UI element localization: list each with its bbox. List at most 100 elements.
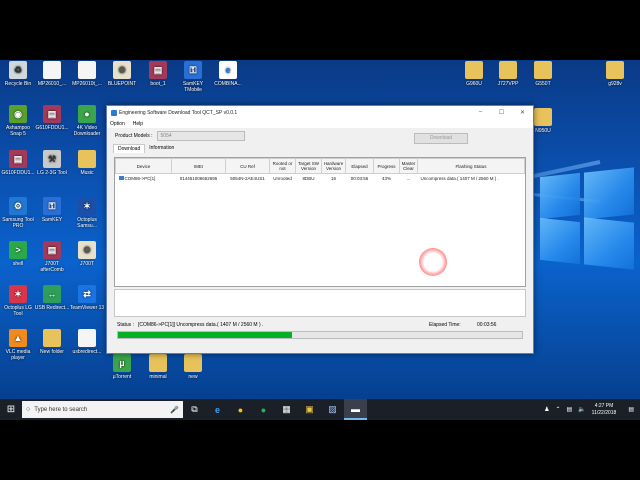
tab-download[interactable]: Download xyxy=(113,144,146,153)
taskbar-photos[interactable]: ▨ xyxy=(321,399,344,420)
download-button[interactable]: Download xyxy=(414,133,468,144)
desktop-icon[interactable]: ✶ Octoplus Samsu... xyxy=(69,197,105,229)
log-panel[interactable] xyxy=(114,289,526,317)
desktop-icon[interactable]: ▤ G610FDDU1... xyxy=(34,105,70,131)
desktop-icon-glyph: ▤ xyxy=(43,105,61,123)
search-box[interactable]: ○ Type here to search 🎤 xyxy=(22,401,183,418)
desktop-icon-glyph: ▲ xyxy=(9,329,27,347)
model-select[interactable]: 5054 xyxy=(156,131,245,141)
search-placeholder: Type here to search xyxy=(34,406,88,413)
desktop-icon[interactable]: ⚿ SamKEY xyxy=(34,197,70,223)
col-master-clear[interactable]: Master Clear xyxy=(399,158,418,174)
taskbar-edge[interactable]: e xyxy=(206,399,229,420)
network-icon[interactable]: ▤ xyxy=(567,406,573,413)
volume-icon[interactable]: 🔈 xyxy=(578,406,585,413)
desktop-icon-label: VLC media player xyxy=(5,349,31,361)
edge-icon: e xyxy=(214,404,220,415)
desktop-icon-glyph: ⚙ xyxy=(113,61,131,79)
col-elapsed[interactable]: Elapsed xyxy=(345,158,374,174)
desktop-icon-glyph: ▤ xyxy=(9,150,27,168)
desktop-icon-label: minimal xyxy=(149,374,167,380)
col-flashing-status[interactable]: Flashing Status xyxy=(417,158,525,174)
col-progress[interactable]: Progress xyxy=(373,158,400,174)
desktop-icon[interactable]: usbredirect... xyxy=(69,329,105,355)
desktop-icon[interactable]: ⚙ BLUEPOINT xyxy=(104,61,140,87)
menu-option[interactable]: Option xyxy=(110,121,125,127)
cell-device-text: COM86->PC[1] xyxy=(124,175,156,181)
desktop-icon[interactable]: ↔ USB Redirect... xyxy=(34,285,70,311)
app-window[interactable]: Engineering Software Download Tool QCT_S… xyxy=(106,105,534,354)
desktop-icon[interactable]: ▤ boot_1 xyxy=(140,61,176,87)
desktop-icon-label: new xyxy=(188,374,198,380)
col-target-sw[interactable]: Target SW Version xyxy=(295,158,322,174)
desktop-icon[interactable]: Music xyxy=(69,150,105,176)
desktop-icon-glyph: ♻ xyxy=(9,61,27,79)
desktop-icon-label: Samsung Tool PRO xyxy=(2,217,34,229)
cell-progress: 43% xyxy=(381,175,391,181)
start-button[interactable]: ⊞ xyxy=(0,399,22,420)
system-tray: ♟ ⌃ ▤ 🔈 4:27 PM 11/22/2018 ▤ xyxy=(538,403,640,417)
desktop-icon[interactable]: new xyxy=(175,354,211,380)
menu-help[interactable]: Help xyxy=(133,121,143,127)
desktop-icon[interactable]: ✶ Octoplus LG Tool xyxy=(0,285,36,317)
microphone-icon[interactable]: 🎤 xyxy=(170,406,179,414)
desktop-icon[interactable]: ⚿ SamKEY TMobile xyxy=(175,61,211,93)
desktop-icon[interactable]: J727VPP xyxy=(490,61,526,87)
minimize-icon[interactable]: – xyxy=(470,109,491,116)
taskbar-chrome[interactable]: ● xyxy=(229,399,252,420)
desktop-icon[interactable]: New folder xyxy=(34,329,70,355)
maximize-icon[interactable]: ☐ xyxy=(491,109,512,116)
desktop-icon[interactable]: > shell xyxy=(0,241,36,267)
cell-flashing-status: Uncompress data.( 1407 M / 2560 M ) . xyxy=(420,175,499,181)
col-hardware[interactable]: Hardware Version xyxy=(321,158,346,174)
desktop-icon[interactable]: ▤ G610FDDU1... xyxy=(0,150,36,176)
desktop-icon-glyph xyxy=(43,329,61,347)
cell-hardware: 16 xyxy=(330,175,336,181)
desktop-icon[interactable]: ⚙ Samsung Tool PRO xyxy=(0,197,36,229)
desktop-icon[interactable]: µ µTorrent xyxy=(104,354,140,380)
taskbar-spotify[interactable]: ● xyxy=(252,399,275,420)
desktop-icon[interactable]: ◉ Ashampoo Snap 5 xyxy=(0,105,36,137)
desktop-icon[interactable]: ♻ Recycle Bin xyxy=(0,61,36,87)
letterbox-bottom xyxy=(0,420,640,480)
desktop-icon[interactable]: ⇄ TeamViewer 13 xyxy=(69,285,105,311)
desktop-icon[interactable]: ● 4K Video Downloader xyxy=(69,105,105,137)
table-header: Device IMEI CU Ref Rooted or not Target … xyxy=(115,158,525,174)
app-titlebar[interactable]: Engineering Software Download Tool QCT_S… xyxy=(107,106,533,119)
desktop-icon-glyph xyxy=(499,61,517,79)
col-device[interactable]: Device xyxy=(115,158,172,174)
taskbar-calculator[interactable]: ▦ xyxy=(275,399,298,420)
wallpaper-logo xyxy=(540,217,580,265)
desktop-icon[interactable]: MP26010t_... xyxy=(69,61,105,87)
close-icon[interactable]: ✕ xyxy=(512,109,533,116)
desktop-icon[interactable]: g928v xyxy=(597,61,633,87)
desktop-icon[interactable]: ⚒ LG 2-3G Tool xyxy=(34,150,70,176)
task-view-button[interactable]: ⧉ xyxy=(183,399,206,420)
col-rooted[interactable]: Rooted or not xyxy=(269,158,296,174)
desktop-icon[interactable]: ▲ VLC media player xyxy=(0,329,36,361)
tab-information[interactable]: Information xyxy=(145,144,178,153)
desktop-icon-label: SamKEY xyxy=(41,217,63,223)
desktop-icon[interactable]: e COMBINA... xyxy=(210,61,246,87)
tab-strip: Download Information xyxy=(107,144,533,153)
people-icon[interactable]: ♟ xyxy=(544,406,549,413)
table-row[interactable]: COM86->PC[1] 014451006662695 5054N-2AE4U… xyxy=(116,174,525,183)
desktop-icon-label: 4K Video Downloader xyxy=(73,125,101,137)
clock[interactable]: 4:27 PM 11/22/2018 xyxy=(592,403,617,417)
desktop-icon[interactable]: G960U xyxy=(456,61,492,87)
chevron-up-icon[interactable]: ⌃ xyxy=(555,406,560,413)
desktop-icon[interactable]: G550T xyxy=(525,61,561,87)
col-cu-ref[interactable]: CU Ref xyxy=(225,158,270,174)
taskbar-download-tool[interactable]: ▬ xyxy=(344,399,367,420)
desktop-icon[interactable]: ▤ J700T afterComb xyxy=(34,241,70,273)
desktop-icon-glyph: ✶ xyxy=(9,285,27,303)
wallpaper-logo xyxy=(584,167,634,220)
status-row: Status : [COM86->PC[1]] Uncompress data.… xyxy=(117,320,523,330)
taskbar-file-explorer[interactable]: ▣ xyxy=(298,399,321,420)
desktop-icon[interactable]: minimal xyxy=(140,354,176,380)
desktop-icon-label: g928v xyxy=(608,81,622,87)
notification-icon[interactable]: ▤ xyxy=(628,406,634,413)
desktop-icon[interactable]: ⚙ J700T xyxy=(69,241,105,267)
col-imei[interactable]: IMEI xyxy=(171,158,226,174)
desktop-icon[interactable]: MP26010_... xyxy=(34,61,70,87)
